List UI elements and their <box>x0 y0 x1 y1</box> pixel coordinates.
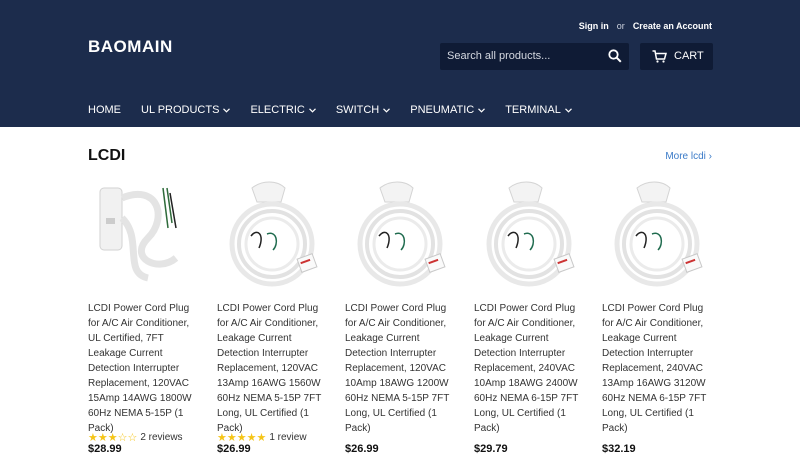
nav-item-terminal[interactable]: TERMINAL <box>505 104 572 116</box>
product-image-wrapper[interactable] <box>345 178 455 294</box>
nav-item-label: UL PRODUCTS <box>141 104 220 116</box>
chevron-down-icon <box>383 107 391 113</box>
product-card[interactable]: LCDI Power Cord Plug for A/C Air Conditi… <box>602 178 712 455</box>
more-lcdi-link[interactable]: More lcdi › <box>665 151 712 162</box>
product-card[interactable]: LCDI Power Cord Plug for A/C Air Conditi… <box>88 178 198 455</box>
nav-item-label: TERMINAL <box>505 104 561 116</box>
product-title-link[interactable]: LCDI Power Cord Plug for A/C Air Conditi… <box>88 301 200 436</box>
nav-item-home[interactable]: HOME <box>88 104 121 116</box>
site-header: Sign in or Create an Account BAOMAIN Sea… <box>0 0 800 127</box>
product-price: $26.99 <box>217 443 251 455</box>
review-count: 2 reviews <box>140 432 183 443</box>
chevron-down-icon <box>478 107 486 113</box>
create-account-link[interactable]: Create an Account <box>633 21 712 31</box>
nav-item-label: HOME <box>88 104 121 116</box>
nav-item-pneumatic[interactable]: PNEUMATIC <box>410 104 486 116</box>
nav-item-label: SWITCH <box>335 104 380 116</box>
nav-item-label: ELECTRIC <box>250 104 305 116</box>
product-image[interactable] <box>474 178 584 294</box>
review-count: 1 review <box>269 432 307 443</box>
cart-label: CART <box>674 50 704 62</box>
site-logo[interactable]: BAOMAIN <box>88 37 173 57</box>
product-image[interactable] <box>88 178 198 294</box>
product-image-wrapper[interactable] <box>602 178 712 294</box>
account-links: Sign in or Create an Account <box>579 21 712 31</box>
collection-title: LCDI <box>88 147 126 164</box>
product-title-link[interactable]: LCDI Power Cord Plug for A/C Air Conditi… <box>217 301 329 436</box>
cart-button[interactable]: CART <box>640 43 713 70</box>
product-card[interactable]: LCDI Power Cord Plug for A/C Air Conditi… <box>345 178 455 455</box>
product-price: $32.19 <box>602 443 636 455</box>
sign-in-link[interactable]: Sign in <box>579 21 609 31</box>
nav-item-switch[interactable]: SWITCH <box>335 104 391 116</box>
search-form[interactable]: Search all products... <box>440 43 629 70</box>
cart-icon <box>652 50 667 63</box>
product-image[interactable] <box>345 178 455 294</box>
main-nav: HOME UL PRODUCTS ELECTRIC SWITCH PNEUMATIC TE… <box>88 104 572 116</box>
product-price: $26.99 <box>345 443 379 455</box>
search-input[interactable]: Search all products... <box>447 50 550 62</box>
product-card[interactable]: LCDI Power Cord Plug for A/C Air Conditi… <box>217 178 327 455</box>
nav-item-electric[interactable]: ELECTRIC <box>250 104 316 116</box>
product-title-link[interactable]: LCDI Power Cord Plug for A/C Air Conditi… <box>602 301 714 436</box>
product-image[interactable] <box>217 178 327 294</box>
chevron-down-icon <box>223 107 231 113</box>
product-image-wrapper[interactable] <box>474 178 584 294</box>
nav-item-ul-products[interactable]: UL PRODUCTS <box>141 104 231 116</box>
search-icon[interactable] <box>608 49 622 63</box>
chevron-down-icon <box>564 107 572 113</box>
product-price: $28.99 <box>88 443 122 455</box>
chevron-down-icon <box>308 107 316 113</box>
product-title-link[interactable]: LCDI Power Cord Plug for A/C Air Conditi… <box>474 301 586 436</box>
product-price: $29.79 <box>474 443 508 455</box>
product-title-link[interactable]: LCDI Power Cord Plug for A/C Air Conditi… <box>345 301 457 436</box>
product-image[interactable] <box>602 178 712 294</box>
product-image-wrapper[interactable] <box>88 178 198 294</box>
nav-item-label: PNEUMATIC <box>410 104 475 116</box>
product-card[interactable]: LCDI Power Cord Plug for A/C Air Conditi… <box>474 178 584 455</box>
product-image-wrapper[interactable] <box>217 178 327 294</box>
or-text: or <box>616 21 625 31</box>
